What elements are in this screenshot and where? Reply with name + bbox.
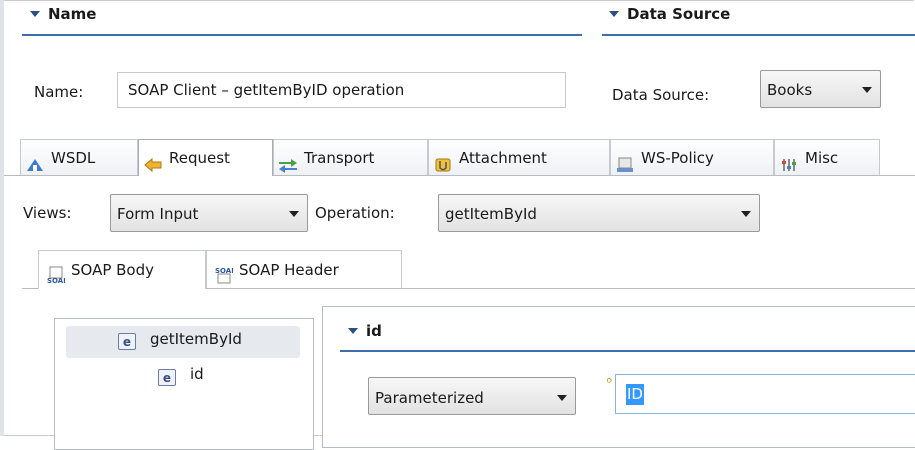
- tab-request[interactable]: Request: [138, 139, 273, 176]
- parameterized-value: Parameterized: [375, 389, 484, 407]
- tab-soap-header[interactable]: SOAPSOAP Header: [206, 250, 402, 288]
- request-icon: [143, 150, 163, 172]
- operation-label: Operation:: [315, 204, 395, 222]
- id-section-divider: [340, 350, 915, 352]
- wsdl-icon: [25, 150, 45, 171]
- tab-soap-body[interactable]: SOAP SOAP Body: [38, 250, 206, 289]
- chevron-down-icon: [289, 211, 299, 217]
- element-icon: e: [118, 333, 136, 350]
- tree-item-label: getItemById: [150, 330, 242, 348]
- datasource-section-divider: [602, 34, 915, 36]
- tab-misc[interactable]: Misc: [774, 139, 880, 175]
- transport-icon: [278, 150, 298, 173]
- collapse-triangle-icon: [348, 327, 358, 334]
- id-section-header[interactable]: id: [348, 322, 382, 340]
- parameterized-select[interactable]: Parameterized: [368, 377, 576, 415]
- tab-label: WSDL: [51, 149, 96, 167]
- chevron-down-icon: [557, 395, 567, 401]
- key-icon: ⚪: [605, 376, 614, 387]
- soap-body-icon: SOAP: [47, 260, 68, 285]
- datasource-section-title: Data Source: [627, 5, 731, 23]
- element-icon: e: [158, 369, 176, 386]
- misc-icon: [779, 150, 799, 171]
- collapse-triangle-icon: [30, 10, 40, 17]
- datasource-value: Books: [767, 81, 813, 99]
- name-section-title: Name: [48, 5, 97, 23]
- tab-label: Misc: [805, 149, 839, 167]
- subtab-label: SOAP Body: [71, 261, 155, 279]
- id-value-text: ID: [626, 384, 644, 405]
- subtab-label: SOAP Header: [239, 261, 339, 279]
- tab-label: WS-Policy: [641, 149, 714, 167]
- attachment-icon: [433, 150, 453, 171]
- views-select[interactable]: Form Input: [110, 194, 308, 232]
- operation-select[interactable]: getItemById: [438, 194, 760, 232]
- tab-label: Request: [169, 149, 230, 167]
- views-label: Views:: [23, 204, 72, 222]
- tree-item-id[interactable]: id: [190, 365, 204, 383]
- name-section-divider: [22, 34, 582, 36]
- id-value-field[interactable]: ID: [615, 374, 915, 414]
- operation-value: getItemById: [445, 205, 537, 223]
- svg-text:SOAP: SOAP: [47, 277, 65, 284]
- datasource-select[interactable]: Books: [760, 70, 881, 108]
- datasource-label: Data Source:: [612, 86, 710, 104]
- tab-attachment[interactable]: Attachment: [428, 139, 610, 175]
- left-gutter: [0, 0, 4, 436]
- datasource-section-header[interactable]: Data Source: [609, 5, 730, 23]
- name-section-header[interactable]: Name: [30, 5, 96, 23]
- tab-transport[interactable]: Transport: [273, 139, 428, 175]
- collapse-triangle-icon: [609, 10, 619, 17]
- ws-policy-icon: [615, 150, 635, 172]
- tab-label: Transport: [304, 149, 375, 167]
- id-section-title: id: [366, 322, 382, 340]
- name-label: Name:: [34, 83, 84, 101]
- views-value: Form Input: [117, 205, 199, 223]
- soap-header-icon: SOAP: [215, 260, 236, 283]
- tab-label: Attachment: [459, 149, 547, 167]
- chevron-down-icon: [741, 211, 751, 217]
- tab-wsdl[interactable]: WSDL: [20, 139, 138, 175]
- chevron-down-icon: [862, 87, 872, 93]
- tab-ws-policy[interactable]: WS-Policy: [610, 139, 774, 175]
- name-field[interactable]: SOAP Client – getItemByID operation: [117, 72, 566, 108]
